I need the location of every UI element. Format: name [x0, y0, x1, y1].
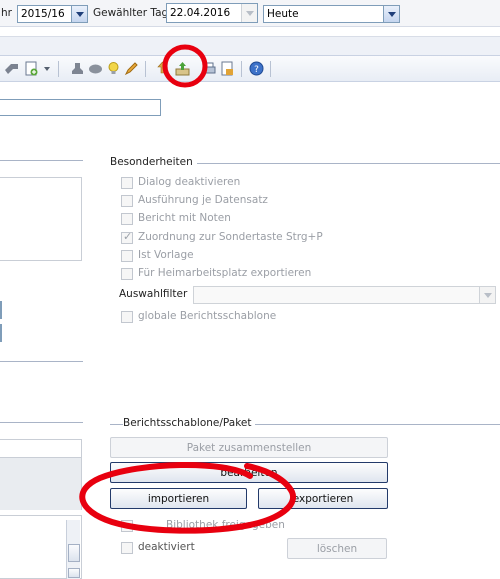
importieren-button[interactable]: importieren: [110, 488, 247, 509]
bearbeiten-button[interactable]: bearbeiten: [110, 462, 388, 483]
chevron-down-icon: [388, 12, 396, 17]
lightbulb-icon[interactable]: [106, 61, 121, 76]
stamp-icon[interactable]: [70, 61, 85, 76]
name-input[interactable]: [0, 99, 161, 116]
checkbox-label: Für Heimarbeitsplatz exportieren: [138, 267, 312, 279]
gewaehlter-tag-value: 22.04.2016: [170, 7, 231, 19]
gewaehlter-tag-label: Gewählter Tag: [93, 7, 169, 19]
checkbox-box[interactable]: [121, 213, 133, 225]
checkbox-label: globale Berichtsschablone: [138, 310, 277, 322]
scrollbar-thumb[interactable]: [68, 544, 80, 562]
besonderheiten-title: Besonderheiten: [110, 156, 197, 168]
oval-icon[interactable]: [88, 61, 103, 76]
checkbox-label: deaktiviert: [138, 541, 195, 553]
chevron-down-icon: [76, 12, 84, 17]
checkbox-label: Dialog deaktivieren: [138, 176, 241, 188]
date-dropdown-button[interactable]: [241, 4, 257, 22]
svg-text:?: ?: [254, 65, 259, 75]
paket-zusammenstellen-button[interactable]: Paket zusammenstellen: [110, 437, 388, 458]
checkbox-box[interactable]: [121, 268, 133, 280]
left-table-area: [0, 458, 82, 510]
heute-dropdown-button[interactable]: [383, 6, 399, 22]
checkbox-box[interactable]: [121, 250, 133, 262]
heute-select[interactable]: Heute: [263, 5, 400, 23]
checkbox-label: Bibliothek freigegeben: [166, 519, 285, 531]
jahr-value: 2015/16: [21, 8, 65, 20]
left-table-header: [0, 439, 82, 458]
arrow-icon[interactable]: [4, 61, 19, 76]
toolbar-separator: [58, 61, 59, 77]
paket-title: Berichtsschablone/Paket: [123, 417, 256, 429]
checkbox-label: Ist Vorlage: [138, 249, 194, 261]
left-list-box[interactable]: [0, 177, 82, 261]
chevron-down-icon[interactable]: [42, 61, 52, 76]
toolbar-separator: [145, 61, 146, 77]
auswahlfilter-dropdown-button[interactable]: [479, 287, 495, 303]
chevron-down-icon: [246, 11, 254, 16]
left-group-line: [0, 361, 83, 362]
paket-group-header: Berichtsschablone/Paket: [110, 417, 500, 430]
import-package-icon[interactable]: [175, 61, 190, 76]
top-filter-bar: hr 2015/16 Gewählter Tag 22.04.2016 Heut…: [0, 0, 500, 27]
heute-value: Heute: [267, 8, 299, 20]
checkbox-box[interactable]: [121, 195, 133, 207]
checkbox-box-checked[interactable]: [121, 230, 133, 244]
pencil-icon[interactable]: [124, 61, 139, 76]
left-field-edge: [0, 301, 2, 319]
checkbox-box[interactable]: [121, 177, 133, 189]
report-icon[interactable]: [220, 61, 235, 76]
help-icon[interactable]: ?: [249, 61, 264, 76]
gewaehlter-tag-date-field[interactable]: 22.04.2016: [166, 3, 258, 23]
ribbon-band: [0, 36, 500, 56]
checkbox-box[interactable]: [121, 542, 133, 554]
toolbar-separator: [270, 61, 271, 77]
left-field-edge: [0, 324, 2, 342]
jahr-dropdown-button[interactable]: [71, 6, 87, 22]
besonderheiten-group-header: Besonderheiten: [110, 156, 500, 169]
toolbar: ?: [0, 56, 500, 82]
left-group-line: [0, 160, 83, 161]
printer-icon[interactable]: [202, 61, 217, 76]
new-document-icon[interactable]: [24, 61, 39, 76]
checkbox-box[interactable]: [121, 520, 133, 532]
checkbox-label: Zuordnung zur Sondertaste Strg+P: [138, 231, 323, 243]
scroll-down-icon[interactable]: [68, 568, 80, 578]
chevron-down-icon: [484, 293, 492, 298]
auswahlfilter-label: Auswahlfilter: [119, 288, 188, 300]
checkbox-box[interactable]: [121, 311, 133, 323]
auswahlfilter-select[interactable]: [193, 286, 496, 304]
checkbox-label: Bericht mit Noten: [138, 212, 231, 224]
group-divider: [110, 424, 122, 425]
toolbar-separator: [241, 61, 242, 77]
scrollbar[interactable]: [66, 520, 80, 579]
upload-icon[interactable]: [155, 61, 170, 76]
exportieren-button[interactable]: exportieren: [258, 488, 388, 509]
loeschen-button[interactable]: löschen: [287, 538, 387, 559]
jahr-select[interactable]: 2015/16: [17, 5, 88, 23]
checkbox-label: Ausführung je Datensatz: [138, 194, 268, 206]
jahr-label: hr: [1, 7, 12, 19]
left-group-line: [0, 422, 83, 423]
